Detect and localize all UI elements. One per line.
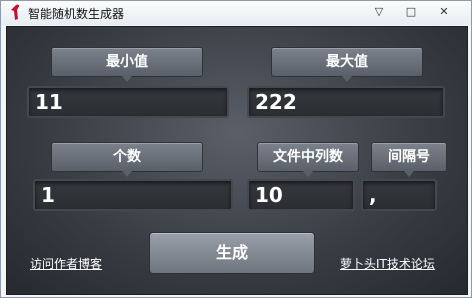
count-label: 个数 xyxy=(51,142,203,177)
minimize-icon[interactable]: ▽ xyxy=(369,3,389,21)
visit-blog-link[interactable]: 访问作者博客 xyxy=(30,255,102,272)
close-icon[interactable]: ✕ xyxy=(434,3,454,21)
app-window: 智能随机数生成器 ▽ □ ✕ 最小值 最大值 11 222 个数 文件中列数 间… xyxy=(0,0,472,298)
main-panel: 最小值 最大值 11 222 个数 文件中列数 间隔号 1 10 , 生成 访问… xyxy=(6,26,468,295)
separator-label: 间隔号 xyxy=(371,142,447,177)
window-title: 智能随机数生成器 xyxy=(28,7,125,21)
count-field[interactable]: 1 xyxy=(33,179,233,211)
generate-button[interactable]: 生成 xyxy=(149,232,315,274)
columns-label: 文件中列数 xyxy=(257,142,359,177)
max-value-field[interactable]: 222 xyxy=(247,86,445,118)
columns-field[interactable]: 10 xyxy=(247,179,355,211)
max-label: 最大值 xyxy=(271,47,423,82)
app-icon xyxy=(11,4,19,20)
title-bar[interactable]: 智能随机数生成器 ▽ □ ✕ xyxy=(1,1,471,25)
restore-icon[interactable]: □ xyxy=(401,3,421,21)
min-value-field[interactable]: 11 xyxy=(27,86,229,118)
separator-field[interactable]: , xyxy=(361,179,437,211)
forum-link[interactable]: 萝卜头IT技术论坛 xyxy=(340,255,435,272)
min-label: 最小值 xyxy=(51,47,203,82)
